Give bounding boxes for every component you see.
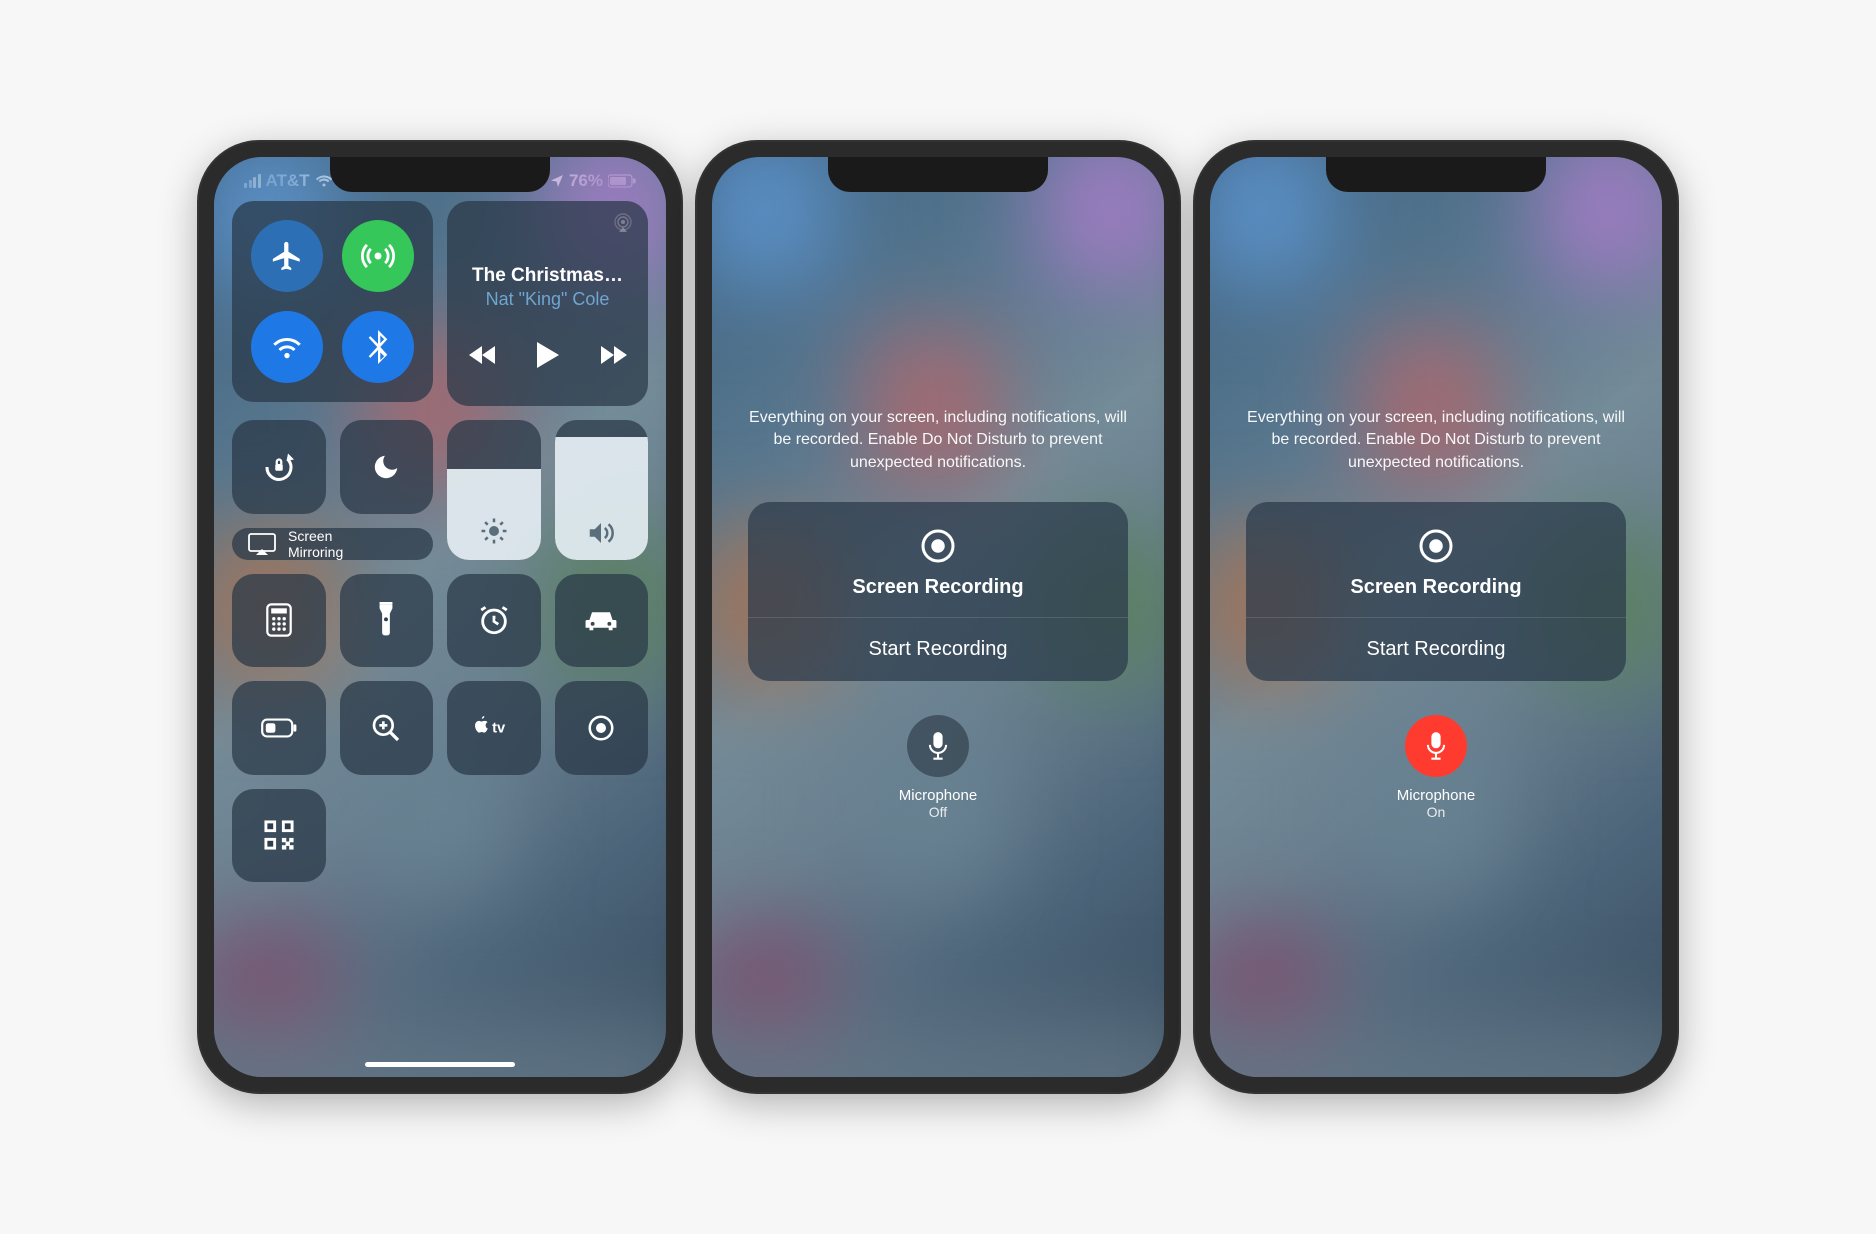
airplay-audio-icon [612,213,634,233]
recording-description: Everything on your screen, including not… [748,407,1128,474]
volume-icon [586,520,616,546]
now-playing-title: The Christmas… [472,265,623,287]
screen-mirroring-label: Screen Mirroring [288,528,343,560]
record-icon [920,528,956,564]
recording-title: Screen Recording [1350,576,1521,599]
magnifier-button[interactable] [340,681,434,775]
recording-title: Screen Recording [852,576,1023,599]
svg-text:tv: tv [492,721,506,737]
recording-description: Everything on your screen, including not… [1246,407,1626,474]
recording-card: Screen Recording Start Recording [748,502,1128,681]
start-recording-button[interactable]: Start Recording [748,617,1128,681]
flashlight-button[interactable] [340,574,434,668]
play-button[interactable] [535,340,561,370]
notch [1326,157,1546,192]
wifi-toggle[interactable] [251,311,323,383]
screen-record-button[interactable] [555,681,649,775]
cellular-toggle[interactable] [342,220,414,292]
brightness-slider[interactable] [447,420,541,560]
phone-recording-mic-off: Everything on your screen, including not… [697,142,1179,1092]
brightness-icon [479,516,509,546]
microphone-toggle[interactable] [1405,715,1467,777]
low-power-button[interactable] [232,681,326,775]
bluetooth-toggle[interactable] [342,311,414,383]
notch [828,157,1048,192]
music-module[interactable]: The Christmas… Nat "King" Cole [447,201,648,406]
record-icon [1418,528,1454,564]
phone-recording-mic-on: Everything on your screen, including not… [1195,142,1677,1092]
microphone-toggle[interactable] [907,715,969,777]
phone-control-center: AT&T 76% [199,142,681,1092]
do-not-disturb-button[interactable] [340,420,434,514]
microphone-label: Microphone [899,787,977,804]
now-playing-artist: Nat "King" Cole [486,289,610,310]
recording-card: Screen Recording Start Recording [1246,502,1626,681]
microphone-state: On [1427,804,1446,820]
screen-mirroring-icon [248,533,276,555]
calculator-button[interactable] [232,574,326,668]
airplane-toggle[interactable] [251,220,323,292]
apple-tv-button[interactable]: tv [447,681,541,775]
microphone-state: Off [929,804,947,820]
car-button[interactable] [555,574,649,668]
volume-slider[interactable] [555,420,649,560]
notch [330,157,550,192]
previous-track-button[interactable] [467,344,497,366]
start-recording-button[interactable]: Start Recording [1246,617,1626,681]
orientation-lock-button[interactable] [232,420,326,514]
connectivity-module[interactable] [232,201,433,402]
microphone-label: Microphone [1397,787,1475,804]
home-indicator[interactable] [365,1062,515,1067]
screen-mirroring-button[interactable]: Screen Mirroring [232,528,433,560]
next-track-button[interactable] [599,344,629,366]
qr-code-button[interactable] [232,789,326,883]
alarm-button[interactable] [447,574,541,668]
